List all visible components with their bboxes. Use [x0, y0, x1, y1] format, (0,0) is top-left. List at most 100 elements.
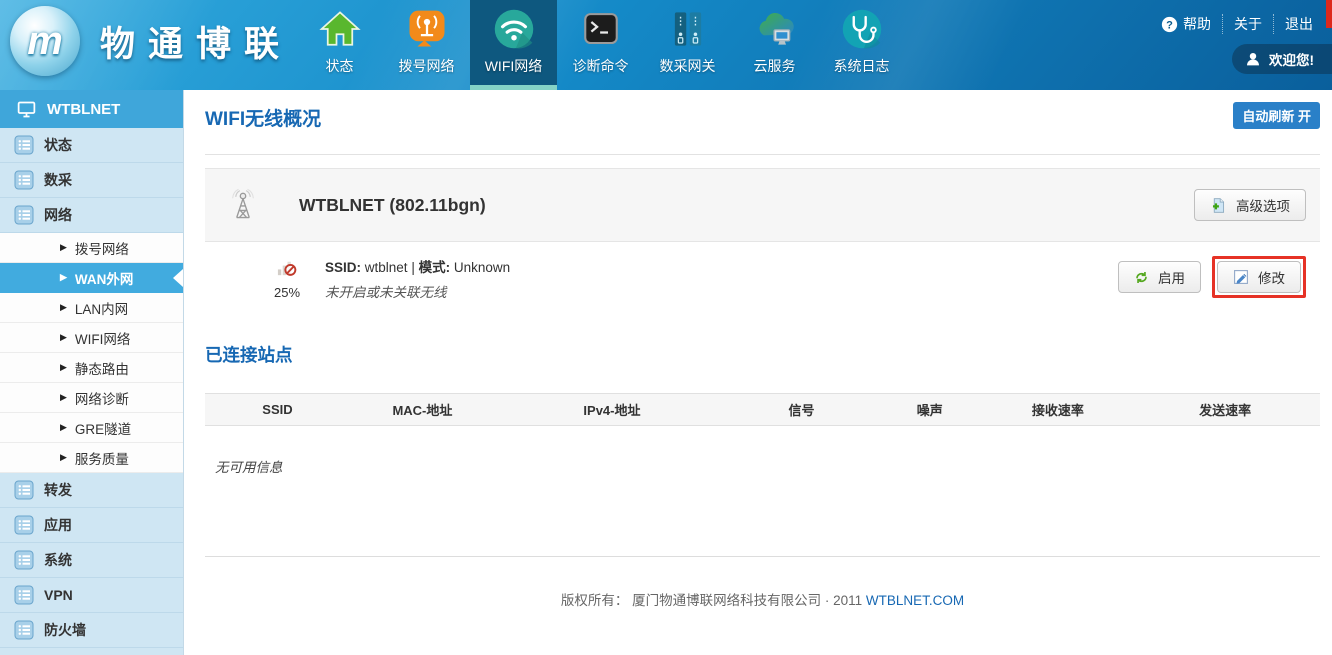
gateway-icon	[666, 7, 710, 51]
sidebar-device-title: WTBLNET	[0, 90, 183, 128]
wifi-icon	[492, 7, 536, 51]
enable-button[interactable]: 启用	[1118, 261, 1201, 293]
sidebar-sub-label: 拨号网络	[75, 238, 129, 258]
sidebar-sub-lan[interactable]: ▶LAN内网	[0, 293, 183, 323]
list-icon	[14, 585, 34, 605]
about-label: 关于	[1234, 14, 1262, 34]
nav-tab-cloud-service[interactable]: 云服务	[731, 0, 818, 90]
logout-label: 退出	[1285, 14, 1313, 34]
help-label: 帮助	[1183, 14, 1211, 34]
list-icon	[14, 620, 34, 640]
page-title: WIFI无线概况	[205, 109, 321, 130]
edit-pencil-icon	[1233, 269, 1249, 285]
sidebar-sub-label: 服务质量	[75, 448, 129, 468]
sidebar-item-label: 转发	[44, 480, 72, 500]
cloud-icon	[753, 7, 797, 51]
nav-tab-system-logs[interactable]: 系统日志	[818, 0, 905, 90]
nav-tab-wifi-network[interactable]: WIFI网络	[470, 0, 557, 90]
page-plus-icon	[1210, 197, 1227, 214]
column-header: MAC-地址	[350, 400, 495, 419]
nav-label: 云服务	[754, 56, 796, 76]
nav-tab-data-gateway[interactable]: 数采网关	[644, 0, 731, 90]
nav-tab-status[interactable]: 状态	[296, 0, 383, 90]
sidebar-sub-label: WIFI网络	[75, 328, 131, 348]
list-icon	[14, 135, 34, 155]
column-header: SSID	[205, 402, 350, 417]
column-header: 信号	[729, 400, 874, 419]
wifi-info: SSID: wtblnet | 模式: Unknown 未开启或未关联无线	[325, 256, 510, 301]
main-content: WIFI无线概况 自动刷新 开 WTBLNET (802.11bgn) 高级选项…	[185, 90, 1332, 655]
divider	[205, 154, 1320, 155]
terminal-icon	[579, 7, 623, 51]
nav-label: 系统日志	[834, 56, 890, 76]
footer-link[interactable]: WTBLNET.COM	[866, 593, 964, 608]
column-header: IPv4-地址	[495, 400, 729, 419]
column-header: 发送速率	[1130, 400, 1320, 419]
header-links: ? 帮助 关于 退出	[1150, 14, 1324, 34]
sidebar-sub-wan[interactable]: ▶WAN外网	[0, 263, 183, 293]
footer: 版权所有： 厦门物通博联网络科技有限公司 · 2011 WTBLNET.COM	[205, 589, 1320, 609]
top-header: m 物通博联 状态 拨号网络 WIFI网络 诊断命令	[0, 0, 1332, 90]
sidebar-item-label: 防火墙	[44, 620, 86, 640]
sidebar-sub-dial-network[interactable]: ▶ 拨号网络	[0, 233, 183, 263]
sidebar-sub-gre-tunnel[interactable]: ▶ GRE隧道	[0, 413, 183, 443]
triangle-icon: ▶	[60, 452, 67, 463]
welcome-badge[interactable]: 欢迎您!	[1232, 44, 1332, 74]
wifi-summary-band: WTBLNET (802.11bgn) 高级选项	[205, 168, 1320, 242]
about-link[interactable]: 关于	[1222, 14, 1273, 34]
mode-label: 模式:	[419, 260, 451, 275]
sidebar: WTBLNET 状态 数采 网络 ▶拨号网络 ▶WAN外网 ▶LAN内网 ▶WI…	[0, 90, 184, 655]
red-corner-strip	[1326, 0, 1332, 28]
edit-button[interactable]: 修改	[1217, 261, 1301, 293]
sidebar-item-forwarding[interactable]: 转发	[0, 473, 183, 508]
sidebar-item-network[interactable]: 网络	[0, 198, 183, 233]
sidebar-item-label: 状态	[44, 135, 72, 155]
signal-disabled-icon	[276, 256, 299, 279]
sidebar-sub-wifi[interactable]: ▶WIFI网络	[0, 323, 183, 353]
copyright-text: 版权所有： 厦门物通博联网络科技有限公司 · 2011	[561, 593, 862, 608]
sidebar-sub-qos[interactable]: ▶ 服务质量	[0, 443, 183, 473]
sidebar-item-firewall[interactable]: 防火墙	[0, 613, 183, 648]
sidebar-item-label: 数采	[44, 170, 72, 190]
advanced-options-button[interactable]: 高级选项	[1194, 189, 1306, 221]
nav-label: 状态	[326, 56, 354, 76]
list-icon	[14, 205, 34, 225]
sidebar-sub-network-diagnostics[interactable]: ▶网络诊断	[0, 383, 183, 413]
wifi-status-text: 未开启或未关联无线	[325, 281, 510, 301]
sidebar-item-label: 应用	[44, 515, 72, 535]
mode-value: Unknown	[454, 260, 510, 275]
ssid-line: SSID: wtblnet | 模式: Unknown	[325, 258, 510, 278]
signal-percent: 25%	[263, 285, 311, 300]
nav-label: 数采网关	[660, 56, 716, 76]
wifi-detail-row: 25% SSID: wtblnet | 模式: Unknown 未开启或未关联无…	[205, 242, 1320, 312]
nav-tab-dial-network[interactable]: 拨号网络	[383, 0, 470, 90]
connected-stations-heading: 已连接站点	[205, 342, 1320, 367]
sidebar-item-status[interactable]: 状态	[0, 128, 183, 163]
nav-label: 拨号网络	[399, 56, 455, 76]
user-icon	[1245, 51, 1261, 67]
ssid-value: wtblnet	[365, 260, 408, 275]
edit-label: 修改	[1258, 267, 1285, 287]
dial-network-icon	[405, 7, 449, 51]
triangle-icon: ▶	[60, 422, 67, 433]
sidebar-item-label: 网络	[44, 205, 72, 225]
sidebar-sub-label: GRE隧道	[75, 418, 131, 438]
welcome-label: 欢迎您!	[1269, 49, 1314, 69]
sidebar-item-data-acquisition[interactable]: 数采	[0, 163, 183, 198]
sidebar-item-vpn[interactable]: VPN	[0, 578, 183, 613]
nav-tab-diagnostics[interactable]: 诊断命令	[557, 0, 644, 90]
sidebar-item-applications[interactable]: 应用	[0, 508, 183, 543]
help-link[interactable]: ? 帮助	[1150, 14, 1222, 34]
list-icon	[14, 515, 34, 535]
autorefresh-toggle[interactable]: 自动刷新 开	[1233, 102, 1320, 129]
sidebar-item-system[interactable]: 系统	[0, 543, 183, 578]
sidebar-item-label: VPN	[44, 587, 73, 603]
divider	[205, 556, 1320, 557]
sidebar-sub-label: 静态路由	[75, 358, 129, 378]
logout-link[interactable]: 退出	[1273, 14, 1324, 34]
column-header: 噪声	[874, 400, 986, 419]
triangle-icon: ▶	[60, 242, 67, 253]
column-header: 接收速率	[985, 400, 1130, 419]
sidebar-sub-static-route[interactable]: ▶静态路由	[0, 353, 183, 383]
brand-logo: m 物通博联	[10, 6, 292, 76]
